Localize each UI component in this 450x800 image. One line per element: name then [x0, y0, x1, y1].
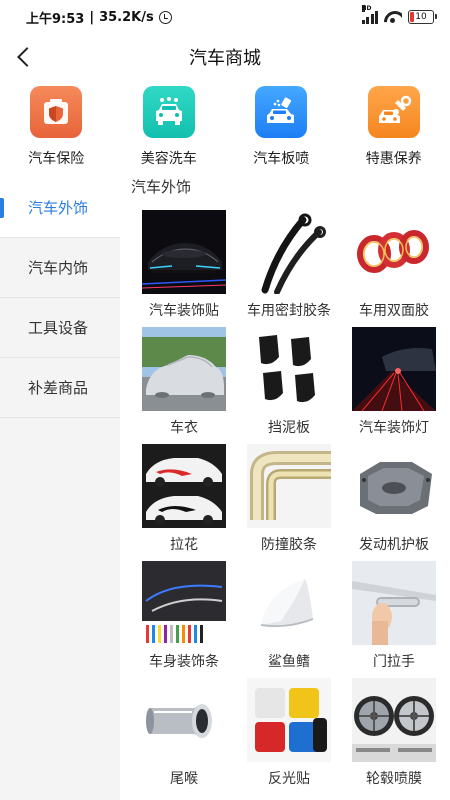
mud-flap-image: [247, 327, 331, 411]
door-handle-image: [352, 561, 436, 645]
product-item[interactable]: 车身装饰条: [136, 561, 241, 678]
product-item[interactable]: 车衣: [136, 327, 241, 444]
product-grid: 汽车装饰贴 车用密封胶条 车用双面胶 车衣 挡泥板 汽车装饰灯 拉花 防撞胶条 …: [136, 210, 446, 795]
sidebar-item-label: 汽车外饰: [28, 199, 89, 217]
product-name: 门拉手: [373, 654, 415, 670]
category-label: 汽车板喷: [253, 151, 310, 167]
product-item[interactable]: 车用密封胶条: [241, 210, 346, 327]
product-name: 车用密封胶条: [247, 303, 331, 319]
product-item[interactable]: 门拉手: [346, 561, 446, 678]
product-name: 车用双面胶: [359, 303, 429, 319]
category-label: 汽车保险: [28, 151, 85, 167]
product-item[interactable]: 反光贴: [241, 678, 346, 795]
active-indicator: [0, 198, 4, 218]
reflective-tape-image: [247, 678, 331, 762]
anti-collision-strip-image: [247, 444, 331, 528]
product-item[interactable]: 汽车装饰灯: [346, 327, 446, 444]
product-name: 鲨鱼鳍: [268, 654, 310, 670]
category-car-insurance[interactable]: 汽车保险: [0, 86, 113, 172]
product-name: 挡泥板: [268, 420, 310, 436]
product-name: 尾喉: [170, 771, 198, 787]
sidebar-item-tools[interactable]: 工具设备: [0, 298, 120, 358]
product-item[interactable]: 防撞胶条: [241, 444, 346, 561]
product-item[interactable]: 拉花: [136, 444, 241, 561]
car-wash-icon: [142, 86, 195, 138]
signal-icon: HD: [361, 4, 378, 24]
product-name: 车衣: [170, 420, 198, 436]
product-name: 汽车装饰贴: [149, 303, 219, 319]
product-item[interactable]: 鲨鱼鳍: [241, 561, 346, 678]
product-name: 防撞胶条: [261, 537, 317, 553]
back-arrow-icon[interactable]: [14, 46, 36, 68]
category-label: 美容洗车: [140, 151, 197, 167]
alarm-icon: [158, 10, 172, 24]
product-item[interactable]: 汽车装饰贴: [136, 210, 241, 327]
sidebar-item-exterior[interactable]: 汽车外饰: [0, 178, 120, 238]
status-time: 上午9:53: [26, 11, 85, 27]
section-title: 汽车外饰: [131, 178, 192, 196]
product-name: 轮毂喷膜: [366, 771, 422, 787]
top-categories: 汽车保险 美容洗车 汽车板喷 特惠保养: [0, 86, 450, 172]
status-net-speed: 35.2K/s: [99, 9, 154, 25]
sidebar-item-label: 汽车内饰: [28, 259, 89, 277]
sidebar-item-price-diff[interactable]: 补差商品: [0, 358, 120, 418]
product-item[interactable]: 轮毂喷膜: [346, 678, 446, 795]
car-sticker-stripe-image: [142, 444, 226, 528]
exhaust-tip-image: [142, 678, 226, 762]
category-label: 特惠保养: [365, 151, 422, 167]
battery-level: 10: [415, 12, 427, 22]
wifi-icon: [384, 10, 402, 24]
product-name: 发动机护板: [359, 537, 429, 553]
shark-fin-antenna-image: [247, 561, 331, 645]
product-item[interactable]: 车用双面胶: [346, 210, 446, 327]
nav-bar: 汽车商城: [0, 34, 450, 80]
sidebar-item-label: 工具设备: [28, 319, 89, 337]
category-sidebar: 汽车外饰 汽车内饰 工具设备 补差商品: [0, 178, 120, 800]
car-cover-image: [142, 327, 226, 411]
category-car-wash[interactable]: 美容洗车: [113, 86, 226, 172]
car-maintenance-icon: [367, 86, 420, 138]
product-item[interactable]: 尾喉: [136, 678, 241, 795]
product-name: 拉花: [170, 537, 198, 553]
seal-strip-image: [247, 210, 331, 294]
insurance-shield-icon: [30, 86, 83, 138]
battery-icon: 10: [408, 10, 437, 24]
page-title: 汽车商城: [189, 48, 261, 69]
product-item[interactable]: 挡泥板: [241, 327, 346, 444]
status-separator: |: [89, 9, 95, 25]
engine-guard-image: [352, 444, 436, 528]
product-panel: 汽车外饰 汽车装饰贴 车用密封胶条 车用双面胶 车衣 挡泥板 汽车装饰灯 拉花 …: [120, 172, 450, 800]
status-bar: 上午9:53 | 35.2K/s HD 10: [0, 0, 450, 34]
product-item[interactable]: 发动机护板: [346, 444, 446, 561]
body-trim-strip-image: [142, 561, 226, 645]
car-decal-image: [142, 210, 226, 294]
product-name: 汽车装饰灯: [359, 420, 429, 436]
network-type: HD: [361, 4, 372, 12]
product-name: 车身装饰条: [149, 654, 219, 670]
status-left: 上午9:53 | 35.2K/s: [26, 8, 172, 27]
double-sided-tape-image: [352, 210, 436, 294]
category-car-spray[interactable]: 汽车板喷: [225, 86, 338, 172]
product-name: 反光贴: [268, 771, 310, 787]
sidebar-item-interior[interactable]: 汽车内饰: [0, 238, 120, 298]
wheel-spray-film-image: [352, 678, 436, 762]
category-maintenance-deal[interactable]: 特惠保养: [338, 86, 450, 172]
status-right: HD 10: [361, 4, 437, 24]
decor-light-image: [352, 327, 436, 411]
car-spray-icon: [255, 86, 308, 138]
sidebar-item-label: 补差商品: [28, 379, 89, 397]
